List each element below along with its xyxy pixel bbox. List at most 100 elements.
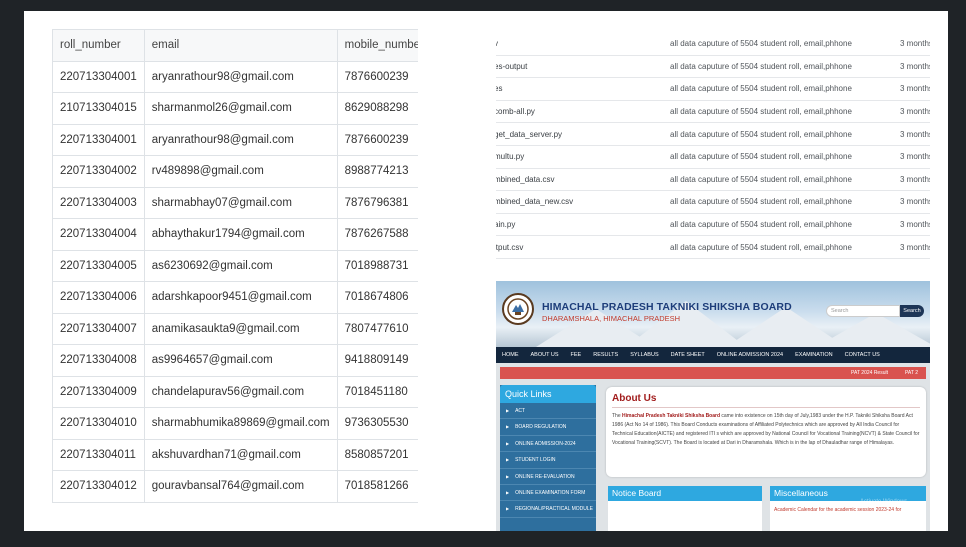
- board-logo[interactable]: [502, 293, 534, 325]
- commit-message[interactable]: all data caputure of 5504 student roll, …: [670, 39, 852, 48]
- email-cell[interactable]: anamikasaukta9@gmail.com: [144, 313, 338, 345]
- file-row[interactable]: itput.csv all data caputure of 5504 stude…: [496, 236, 930, 259]
- miscellaneous-panel: Miscellaneous Academic Calendar for the …: [770, 486, 926, 531]
- roll-number-cell[interactable]: 220713304009: [52, 376, 145, 408]
- mobile-number-cell[interactable]: 7876600239: [337, 61, 418, 93]
- email-cell[interactable]: adarshkapoor9451@gmail.com: [144, 281, 338, 314]
- email-cell[interactable]: aryanrathour98@gmail.com: [144, 61, 338, 93]
- mobile-number-cell[interactable]: 7018674806: [337, 281, 418, 314]
- file-row[interactable]: mbined_data_new.csv all data caputure of …: [496, 191, 930, 214]
- column-header-roll-number[interactable]: roll_number: [52, 30, 145, 62]
- file-name-link[interactable]: multu.py: [496, 152, 524, 161]
- nav-item[interactable]: ABOUT US: [531, 352, 559, 358]
- file-name-link[interactable]: comb-all.py: [496, 107, 535, 116]
- roll-number-cell[interactable]: 220713304010: [52, 407, 145, 440]
- file-name-link[interactable]: mbined_data_new.csv: [496, 197, 573, 206]
- file-name-link[interactable]: ain.py: [496, 220, 515, 229]
- commit-time: 3 months: [900, 220, 930, 230]
- roll-number-cell[interactable]: 220713304011: [52, 439, 145, 471]
- file-name-link[interactable]: es: [496, 84, 502, 93]
- nav-item[interactable]: DATE SHEET: [671, 352, 705, 358]
- mobile-number-cell[interactable]: 9418809149: [337, 344, 418, 377]
- roll-number-cell[interactable]: 220713304001: [52, 124, 145, 156]
- file-row[interactable]: get_data_server.py all data caputure of 5…: [496, 123, 930, 146]
- table-row: 220713304001 aryanrathour98@gmail.com 7876…: [52, 61, 418, 93]
- roll-number-cell[interactable]: 220713304008: [52, 344, 145, 377]
- nav-item[interactable]: CONTACT US: [845, 352, 880, 358]
- pat-2024-result-link[interactable]: PAT 2024 Result: [851, 370, 888, 376]
- quick-link-item[interactable]: REGIONAL/PRACTICAL MODULE: [500, 501, 596, 518]
- file-row[interactable]: mbined_data.csv all data caputure of 5504…: [496, 169, 930, 192]
- commit-message[interactable]: all data caputure of 5504 student roll, …: [670, 152, 852, 161]
- nav-item[interactable]: FEE: [571, 352, 582, 358]
- mobile-number-cell[interactable]: 8629088298: [337, 92, 418, 125]
- roll-number-cell[interactable]: 220713304004: [52, 218, 145, 251]
- file-name-link[interactable]: es-output: [496, 62, 527, 71]
- column-header-email[interactable]: email: [144, 30, 338, 62]
- commit-message[interactable]: all data caputure of 5504 student roll, …: [670, 62, 852, 71]
- email-cell[interactable]: as6230692@gmail.com: [144, 250, 338, 282]
- mobile-number-cell[interactable]: 7876796381: [337, 187, 418, 219]
- file-name-link[interactable]: get_data_server.py: [496, 130, 562, 139]
- commit-message[interactable]: all data caputure of 5504 student roll, …: [670, 130, 852, 139]
- site-search-button[interactable]: Search: [900, 305, 924, 317]
- roll-number-cell[interactable]: 220713304006: [52, 281, 145, 314]
- mobile-number-cell[interactable]: 9736305530: [337, 407, 418, 440]
- email-cell[interactable]: akshuvardhan71@gmail.com: [144, 439, 338, 471]
- email-cell[interactable]: abhaythakur1794@gmail.com: [144, 218, 338, 251]
- mobile-number-cell[interactable]: 8988774213: [337, 155, 418, 188]
- email-cell[interactable]: sharmanmol26@gmail.com: [144, 92, 338, 125]
- mobile-number-cell[interactable]: 7807477610: [337, 313, 418, 345]
- file-row[interactable]: v all data caputure of 5504 student roll,…: [496, 33, 930, 56]
- site-search-input[interactable]: Search: [826, 305, 900, 317]
- mobile-number-cell[interactable]: 7018988731: [337, 250, 418, 282]
- roll-number-cell[interactable]: 220713304001: [52, 61, 145, 93]
- file-row[interactable]: ain.py all data caputure of 5504 student …: [496, 214, 930, 237]
- email-cell[interactable]: gouravbansal764@gmail.com: [144, 470, 338, 503]
- result-alert-bar: PAT 2024 Result PAT 2: [500, 367, 926, 379]
- roll-number-cell[interactable]: 220713304007: [52, 313, 145, 345]
- file-name-link[interactable]: v: [496, 39, 498, 48]
- mobile-number-cell[interactable]: 7876267588: [337, 218, 418, 251]
- email-cell[interactable]: aryanrathour98@gmail.com: [144, 124, 338, 156]
- email-cell[interactable]: as9964657@gmail.com: [144, 344, 338, 377]
- quick-link-item[interactable]: BOARD REGULATION: [500, 419, 596, 436]
- commit-message[interactable]: all data caputure of 5504 student roll, …: [670, 107, 852, 116]
- file-row[interactable]: es-output all data caputure of 5504 stude…: [496, 56, 930, 79]
- roll-number-cell[interactable]: 220713304002: [52, 155, 145, 188]
- nav-item[interactable]: SYLLABUS: [630, 352, 658, 358]
- file-name-link[interactable]: itput.csv: [496, 243, 523, 252]
- roll-number-cell[interactable]: 220713304003: [52, 187, 145, 219]
- file-row[interactable]: es all data caputure of 5504 student roll…: [496, 78, 930, 101]
- email-cell[interactable]: sharmabhumika89869@gmail.com: [144, 407, 338, 440]
- quick-link-item[interactable]: ONLINE ADMISSION-2024: [500, 436, 596, 453]
- email-cell[interactable]: sharmabhay07@gmail.com: [144, 187, 338, 219]
- email-cell[interactable]: chandelapurav56@gmail.com: [144, 376, 338, 408]
- quick-link-item[interactable]: ACT: [500, 403, 596, 420]
- quick-link-item[interactable]: ONLINE RE-EVALUATION: [500, 469, 596, 485]
- file-row[interactable]: multu.py all data caputure of 5504 studen…: [496, 146, 930, 169]
- roll-number-cell[interactable]: 220713304012: [52, 470, 145, 503]
- commit-message[interactable]: all data caputure of 5504 student roll, …: [670, 220, 852, 229]
- file-name-link[interactable]: mbined_data.csv: [496, 175, 554, 184]
- nav-item[interactable]: ONLINE ADMISSION 2024: [717, 352, 783, 358]
- commit-message[interactable]: all data caputure of 5504 student roll, …: [670, 197, 852, 206]
- nav-item[interactable]: RESULTS: [593, 352, 618, 358]
- email-cell[interactable]: rv489898@gmail.com: [144, 155, 338, 188]
- roll-number-cell[interactable]: 220713304005: [52, 250, 145, 282]
- column-header-mobile-number[interactable]: mobile_number: [337, 30, 418, 62]
- commit-message[interactable]: all data caputure of 5504 student roll, …: [670, 84, 852, 93]
- pat-2-link[interactable]: PAT 2: [905, 370, 918, 376]
- quick-link-item[interactable]: ONLINE EXAMINATION FORM: [500, 485, 596, 502]
- mobile-number-cell[interactable]: 7018581266: [337, 470, 418, 503]
- roll-number-cell[interactable]: 210713304015: [52, 92, 145, 125]
- nav-item[interactable]: EXAMINATION: [795, 352, 833, 358]
- mobile-number-cell[interactable]: 8580857201: [337, 439, 418, 471]
- mobile-number-cell[interactable]: 7018451180: [337, 376, 418, 408]
- commit-message[interactable]: all data caputure of 5504 student roll, …: [670, 243, 852, 252]
- file-row[interactable]: comb-all.py all data caputure of 5504 stu…: [496, 101, 930, 124]
- commit-message[interactable]: all data caputure of 5504 student roll, …: [670, 175, 852, 184]
- nav-item[interactable]: HOME: [502, 352, 519, 358]
- mobile-number-cell[interactable]: 7876600239: [337, 124, 418, 156]
- quick-link-item[interactable]: STUDENT LOGIN: [500, 452, 596, 469]
